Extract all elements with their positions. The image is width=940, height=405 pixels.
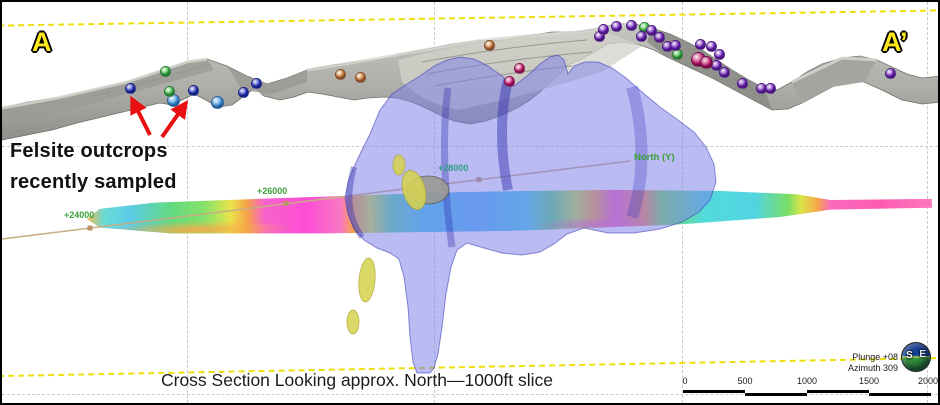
orange-sample-point[interactable] <box>484 40 495 51</box>
section-endpoint-a: A <box>32 27 52 58</box>
magenta-sample-point[interactable] <box>700 56 713 69</box>
pink-sample-point[interactable] <box>514 63 525 74</box>
scale-bar: 0 500 1000 1500 2000 <box>683 376 931 398</box>
section-caption: Cross Section Looking approx. North—1000… <box>57 370 657 391</box>
blue-sample-point[interactable] <box>238 87 249 98</box>
pink-sample-point[interactable] <box>504 76 515 87</box>
purple-sample-point[interactable] <box>695 39 706 50</box>
plunge-value: Plunge +08 <box>828 352 898 363</box>
scale-label-1000: 1000 <box>797 376 817 386</box>
scale-label-2000: 2000 <box>918 376 938 386</box>
blue-sample-point[interactable] <box>125 83 136 94</box>
green-sample-point[interactable] <box>164 86 175 97</box>
sky-sample-point[interactable] <box>211 96 224 109</box>
orientation-globe-icon[interactable]: S E <box>901 342 931 372</box>
azimuth-value: Azimuth 309 <box>828 363 898 374</box>
purple-sample-point[interactable] <box>598 24 609 35</box>
view-orientation-info: Plunge +08 Azimuth 309 <box>828 352 898 374</box>
axis-name-north: North (Y) <box>634 152 675 163</box>
purple-sample-point[interactable] <box>626 20 637 31</box>
purple-sample-point[interactable] <box>885 68 896 79</box>
purple-sample-point[interactable] <box>714 49 725 60</box>
orange-sample-point[interactable] <box>335 69 346 80</box>
blue-sample-point[interactable] <box>251 78 262 89</box>
purple-sample-point[interactable] <box>654 32 665 43</box>
axis-tick-26000: +26000 <box>257 186 287 196</box>
annotation-line2: recently sampled <box>10 167 177 198</box>
purple-sample-point[interactable] <box>765 83 776 94</box>
globe-south-label: S <box>906 350 913 361</box>
sample-points-layer <box>2 2 940 405</box>
annotation-text: Felsite outcrops recently sampled <box>10 136 177 198</box>
purple-sample-point[interactable] <box>670 40 681 51</box>
scale-label-0: 0 <box>682 376 687 386</box>
blue-sample-point[interactable] <box>188 85 199 96</box>
purple-sample-point[interactable] <box>636 31 647 42</box>
scale-segment <box>683 390 745 393</box>
orange-sample-point[interactable] <box>355 72 366 83</box>
purple-sample-point[interactable] <box>719 67 730 78</box>
axis-tick-28000: +28000 <box>438 163 468 173</box>
axis-tick-24000: +24000 <box>64 210 94 220</box>
purple-sample-point[interactable] <box>737 78 748 89</box>
scale-label-1500: 1500 <box>859 376 879 386</box>
purple-sample-point[interactable] <box>611 21 622 32</box>
annotation-line1: Felsite outcrops <box>10 136 177 167</box>
green-sample-point[interactable] <box>160 66 171 77</box>
globe-east-label: E <box>919 349 926 360</box>
scale-label-500: 500 <box>737 376 752 386</box>
scale-segment <box>869 393 931 396</box>
section-endpoint-a-prime: A’ <box>882 27 908 58</box>
3d-cross-section-viewport[interactable]: A A’ Felsite outcrops recently sampled C… <box>0 0 940 405</box>
scale-segment <box>745 393 807 396</box>
scale-segment <box>807 390 869 393</box>
